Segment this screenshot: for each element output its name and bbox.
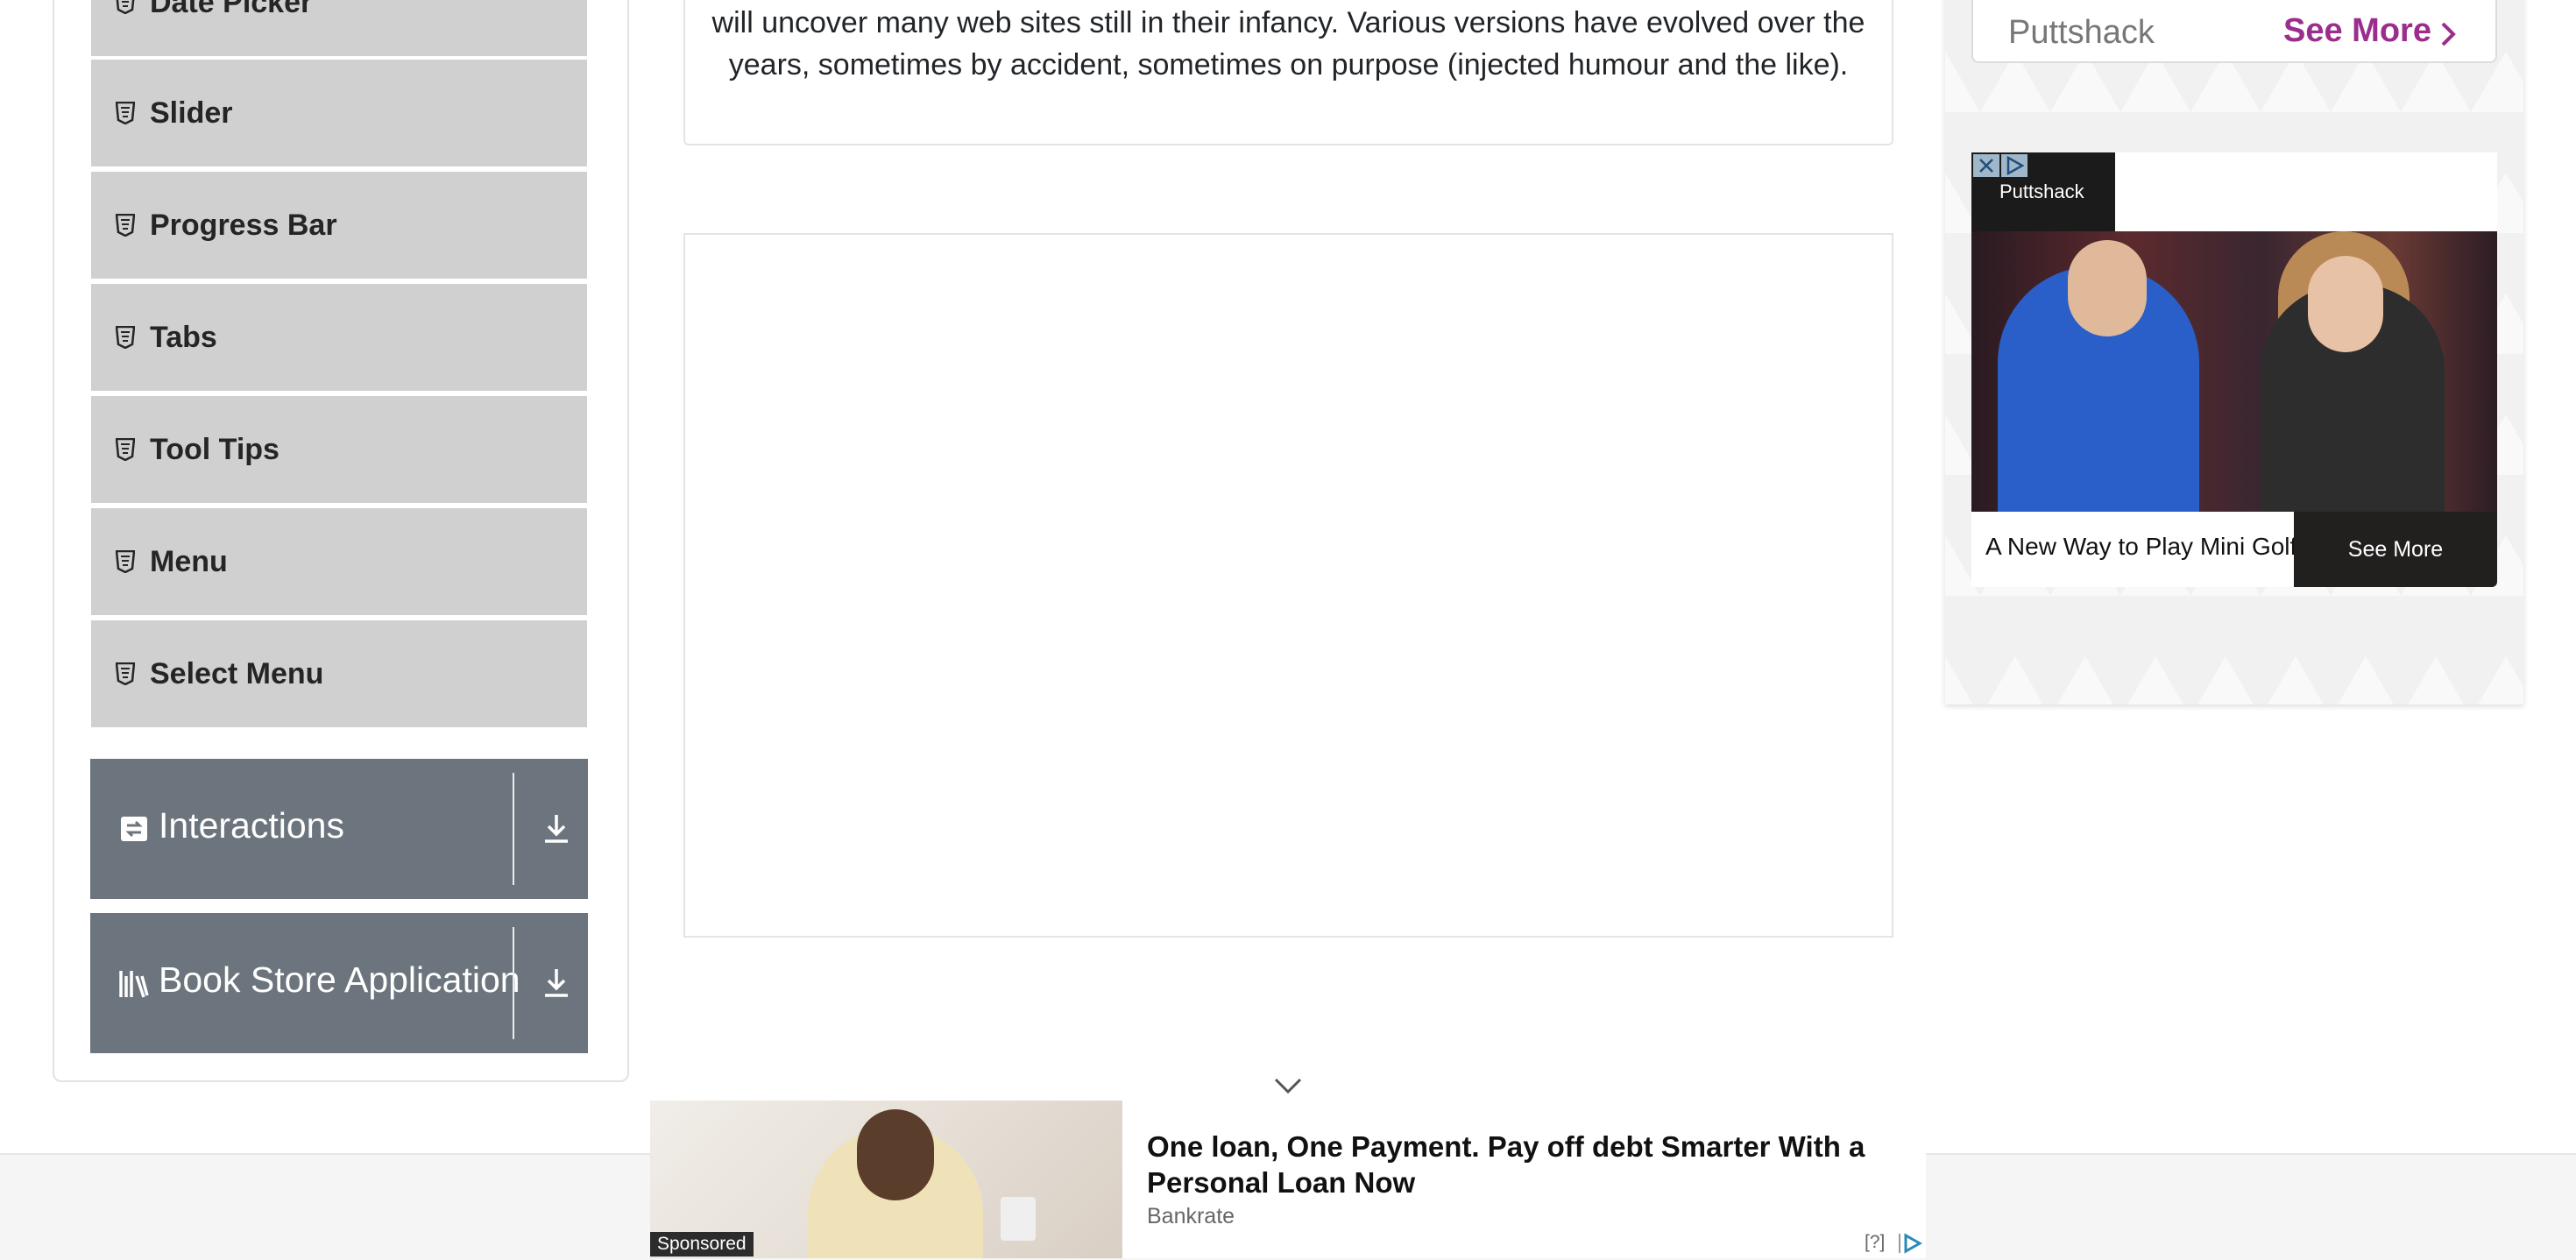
menu-item-label: Menu (150, 544, 228, 578)
menu-item-date-picker[interactable]: Date Picker (91, 0, 587, 56)
menu-item-label: Tabs (150, 320, 217, 354)
interactions-icon (121, 817, 147, 841)
ad-card-puttshack[interactable]: Puttshack A New Way to Play Mini Golf Se… (1971, 152, 2497, 587)
chevron-down-icon[interactable] (1272, 1074, 1304, 1097)
html5-shield-icon (116, 662, 135, 685)
html5-shield-icon (116, 550, 135, 573)
ad-image[interactable] (1971, 231, 2497, 512)
chevron-right-icon (2441, 22, 2456, 46)
ad-brand: Puttshack (2008, 14, 2155, 51)
ad-help-link[interactable]: [?] (1865, 1232, 1885, 1253)
html5-shield-icon (116, 438, 135, 461)
html5-shield-icon (116, 0, 135, 14)
menu-item-label: Tool Tips (150, 432, 280, 466)
ad-see-more-button[interactable]: See More (2294, 512, 2497, 587)
sponsored-badge: Sponsored (650, 1232, 754, 1256)
ad-image-person-face (2308, 256, 2383, 352)
ad-see-more-link[interactable]: See More (2283, 12, 2431, 50)
menu-item-tool-tips[interactable]: Tool Tips (91, 396, 587, 503)
html5-shield-icon (116, 326, 135, 349)
close-icon[interactable] (1973, 154, 1999, 177)
menu-item-label: Slider (150, 96, 233, 130)
ad-caption: A New Way to Play Mini Golf (1985, 533, 2297, 560)
content-card-empty (683, 233, 1893, 938)
group-header-interactions[interactable]: Interactions (90, 759, 588, 899)
menu-item-label: Date Picker (150, 0, 313, 19)
ad-banner-puttshack[interactable]: Puttshack See More (1971, 0, 2497, 63)
group-label: Book Store Application (159, 959, 520, 1000)
text-card: will uncover many web sites still in the… (683, 0, 1893, 145)
menu-item-label: Select Menu (150, 656, 324, 690)
group-divider (513, 927, 514, 1039)
sponsored-ad-advertiser: Bankrate (1147, 1204, 1235, 1228)
group-label: Interactions (159, 805, 344, 846)
menu-item-menu[interactable]: Menu (91, 508, 587, 615)
download-arrow-icon[interactable] (541, 811, 572, 846)
html5-shield-icon (116, 102, 135, 124)
group-divider (513, 773, 514, 885)
menu-item-slider[interactable]: Slider (91, 60, 587, 166)
group-header-book-store[interactable]: Book Store Application (90, 913, 588, 1053)
sponsored-ad-bar[interactable]: Sponsored One loan, One Payment. Pay off… (650, 1101, 1926, 1258)
ad-image-mug (1001, 1197, 1036, 1241)
body-text: will uncover many web sites still in the… (711, 6, 1865, 81)
sponsored-ad-headline[interactable]: One loan, One Payment. Pay off debt Smar… (1147, 1129, 1883, 1200)
adchoices-icon[interactable] (1898, 1232, 1922, 1255)
ad-image-person-head (2068, 240, 2147, 336)
menu-item-label: Progress Bar (150, 208, 337, 242)
menu-item-progress-bar[interactable]: Progress Bar (91, 172, 587, 279)
download-arrow-icon[interactable] (541, 966, 572, 1001)
html5-shield-icon (116, 214, 135, 237)
menu-item-select-menu[interactable]: Select Menu (91, 620, 587, 727)
adchoices-icon[interactable] (2001, 154, 2028, 177)
menu-item-tabs[interactable]: Tabs (91, 284, 587, 391)
books-icon (119, 971, 149, 998)
ad-image-person-head (857, 1109, 934, 1200)
ad-brand-label: Puttshack (1999, 181, 2084, 202)
